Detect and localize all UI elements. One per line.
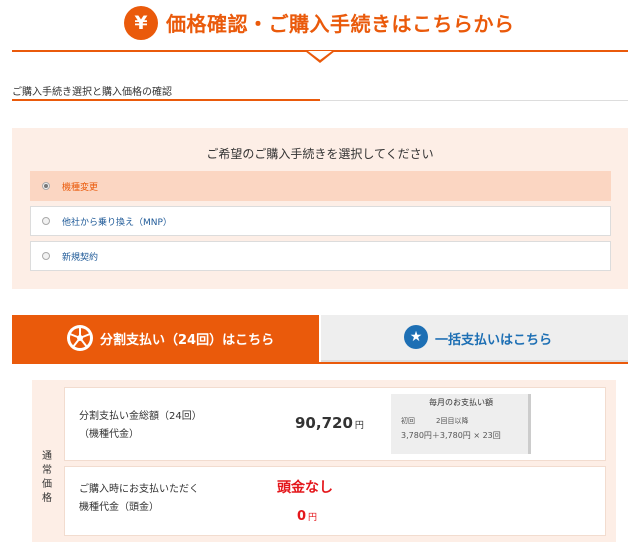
label-line: 分割支払い金総額（24回） [79, 411, 202, 422]
installment-total-value: 90,720 円 [295, 413, 364, 432]
radio-button[interactable] [42, 217, 50, 225]
star-icon: ★ [404, 325, 428, 349]
monthly-payment-box: 毎月のお支払い額 初回 2回目以降 3,780円＋3,780円 × 23回 [391, 394, 531, 454]
down-payment-label: ご購入時にお支払いただく 機種代金（頭金） [79, 481, 199, 517]
header-arrow-inner [308, 51, 332, 60]
yen-icon: ¥ [124, 6, 158, 40]
option-model-change[interactable]: 機種変更 [30, 171, 611, 201]
procedure-heading: ご希望のご購入手続きを選択してください [206, 147, 434, 161]
label-line: （機種代金） [79, 429, 139, 440]
no-down-payment-text: 頭金なし [277, 480, 333, 496]
option-mnp[interactable]: 他社から乗り換え（MNP） [30, 206, 611, 236]
down-payment-card: ご購入時にお支払いただく 機種代金（頭金） 頭金なし 0円 [64, 466, 606, 536]
tab-underline [12, 362, 628, 364]
option-label: 他社から乗り換え（MNP） [62, 218, 172, 228]
price-panel: 通常価格 分割支払い金総額（24回） （機種代金） 90,720 円 毎月のお支払… [32, 380, 616, 542]
pie-chart-icon [67, 325, 93, 351]
monthly-formula: 3,780円＋3,780円 × 23回 [401, 431, 501, 440]
tab-split-payment[interactable]: 分割支払い（24回）はこちら [12, 315, 319, 362]
label-line: ご購入時にお支払いただく [79, 484, 199, 495]
option-new-contract[interactable]: 新規契約 [30, 241, 611, 271]
down-payment-value: 0円 [297, 505, 317, 524]
section-header: ¥ 価格確認・ご購入手続きはこちらから [0, 0, 640, 64]
installment-total-label: 分割支払い金総額（24回） （機種代金） [79, 408, 202, 444]
option-label: 機種変更 [62, 183, 99, 193]
option-label: 新規契約 [62, 253, 99, 263]
radio-button-checked[interactable] [42, 182, 50, 190]
monthly-title: 毎月のお支払い額 [429, 398, 493, 407]
tab-split-label: 分割支払い（24回）はこちら [100, 333, 275, 348]
label-line: 機種代金（頭金） [79, 502, 159, 513]
sub-section-title: ご購入手続き選択と購入価格の確認 [12, 87, 172, 98]
yen-unit: 円 [308, 513, 318, 523]
radio-button[interactable] [42, 252, 50, 260]
procedure-selection-panel: ご希望のご購入手続きを選択してください 機種変更 他社から乗り換え（MNP） 新… [12, 128, 628, 289]
normal-price-label: 通常価格 [42, 451, 52, 504]
tab-lump-label: 一括支払いはこちら [435, 333, 553, 348]
section-title: 価格確認・ご購入手続きはこちらから [166, 12, 515, 36]
later-payment-label: 2回目以降 [436, 417, 469, 425]
yen-unit: 円 [354, 421, 364, 431]
sub-section-accent-line [12, 99, 320, 101]
first-payment-label: 初回 [401, 417, 415, 425]
down-payment-amount: 0 [297, 509, 307, 524]
total-amount: 90,720 [295, 414, 353, 432]
installment-total-card: 分割支払い金総額（24回） （機種代金） 90,720 円 毎月のお支払い額 初回… [64, 387, 606, 461]
tab-lump-payment[interactable]: ★ 一括支払いはこちら [321, 315, 628, 362]
